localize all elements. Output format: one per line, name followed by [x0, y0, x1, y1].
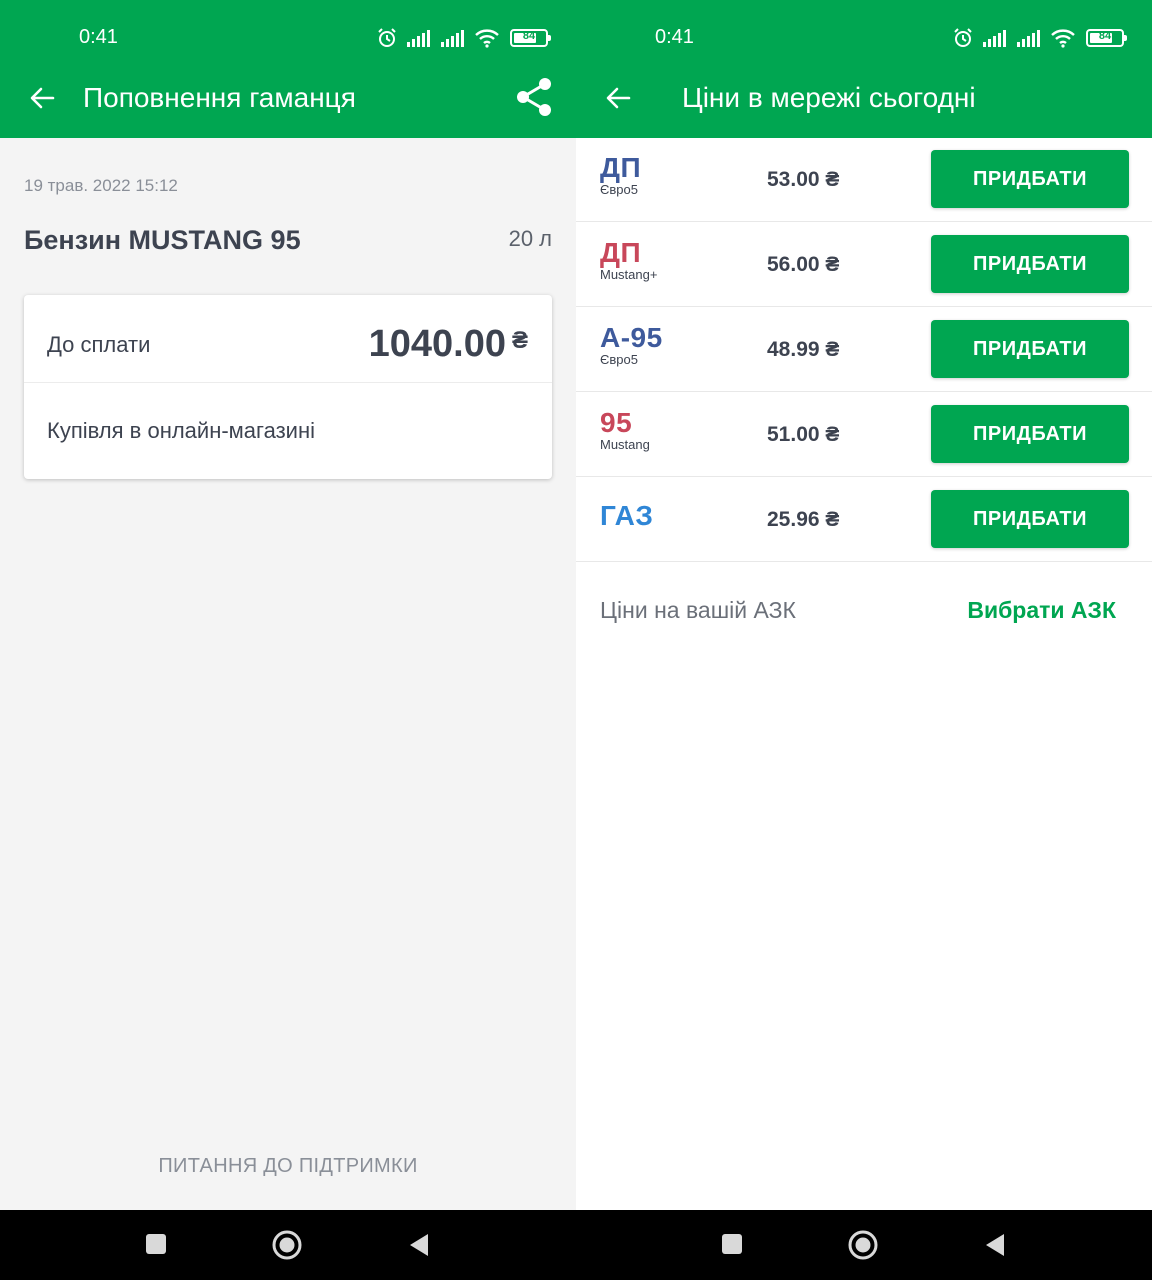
battery-icon: 84 — [1086, 29, 1127, 47]
fuel-subtitle: Євро5 — [600, 352, 638, 367]
alarm-icon — [954, 28, 972, 47]
currency-symbol: ₴ — [511, 327, 528, 354]
status-time: 0:41 — [79, 26, 118, 48]
status-bar: 0:41 84 — [576, 0, 1152, 64]
battery-level: 84 — [1098, 30, 1112, 42]
buy-button[interactable]: ПРИДБАТИ — [931, 235, 1129, 293]
product-volume: 20 л — [508, 226, 552, 251]
status-icons: 84 — [376, 26, 551, 50]
fuel-name: ДП — [600, 237, 642, 268]
fuel-price: 53.00 ₴ — [767, 168, 840, 191]
support-link[interactable]: ПИТАННЯ ДО ПІДТРИМКИ — [0, 1155, 576, 1178]
fuel-badge: 95 Mustang — [600, 408, 650, 452]
buy-button[interactable]: ПРИДБАТИ — [931, 490, 1129, 548]
buy-button[interactable]: ПРИДБАТИ — [931, 405, 1129, 463]
status-icons: 84 — [952, 26, 1127, 50]
fuel-row: А-95 Євро5 48.99 ₴ ПРИДБАТИ — [576, 307, 1152, 392]
payment-row: До сплати 1040.00 ₴ — [24, 295, 552, 383]
back-button[interactable] — [24, 80, 60, 116]
fuel-name: А-95 — [600, 322, 663, 353]
share-button[interactable] — [514, 76, 554, 118]
fuel-badge: ДП Євро5 — [600, 153, 641, 197]
share-icon — [517, 78, 551, 116]
fuel-name: ДП — [600, 152, 642, 183]
fuel-row: 95 Mustang 51.00 ₴ ПРИДБАТИ — [576, 392, 1152, 477]
fuel-row: ДП Mustang+ 56.00 ₴ ПРИДБАТИ — [576, 222, 1152, 307]
fuel-name: ГАЗ — [600, 500, 654, 531]
system-nav-bar — [0, 1210, 1152, 1280]
select-station-link[interactable]: Вибрати АЗК — [967, 597, 1116, 624]
signal-icon — [407, 30, 430, 47]
battery-icon: 84 — [510, 29, 551, 47]
battery-level: 84 — [522, 30, 536, 42]
status-bar: 0:41 84 — [0, 0, 576, 64]
pay-amount-value: 1040.00 — [368, 323, 506, 365]
fuel-row: ДП Євро5 53.00 ₴ ПРИДБАТИ — [576, 137, 1152, 222]
signal-icon — [1017, 30, 1040, 47]
fuel-price: 51.00 ₴ — [767, 423, 840, 446]
network-prices-screen: 0:41 84 Ціни в мережі сьогодні ДП Євро5 — [576, 0, 1152, 1210]
fuel-row: ГАЗ 25.96 ₴ ПРИДБАТИ — [576, 477, 1152, 562]
fuel-name: 95 — [600, 407, 633, 438]
payment-card: До сплати 1040.00 ₴ Купівля в онлайн-мага… — [24, 295, 552, 479]
app-bar: 0:41 84 Поповнення гаманця — [0, 0, 576, 138]
alarm-icon — [378, 28, 396, 47]
arrow-left-icon — [30, 87, 55, 109]
circle-icon[interactable] — [271, 1229, 303, 1261]
signal-icon — [983, 30, 1006, 47]
product-name: Бензин MUSTANG 95 — [24, 225, 301, 255]
fuel-subtitle: Mustang+ — [600, 267, 658, 282]
page-title: Поповнення гаманця — [83, 82, 356, 113]
fuel-price-list: ДП Євро5 53.00 ₴ ПРИДБАТИ ДП Mustang+ 56… — [576, 150, 1152, 575]
triangle-back-icon[interactable] — [982, 1232, 1008, 1258]
fuel-price: 25.96 ₴ — [767, 508, 840, 531]
circle-icon[interactable] — [847, 1229, 879, 1261]
fuel-price: 48.99 ₴ — [767, 338, 840, 361]
square-icon[interactable] — [720, 1232, 744, 1256]
status-time: 0:41 — [655, 26, 694, 48]
wifi-icon — [475, 29, 499, 48]
purchase-method: Купівля в онлайн-магазині — [47, 418, 315, 443]
fuel-badge: А-95 Євро5 — [600, 323, 663, 367]
wifi-icon — [1051, 29, 1075, 48]
square-icon[interactable] — [144, 1232, 168, 1256]
pay-label: До сплати — [47, 332, 151, 357]
fuel-badge: ДП Mustang+ — [600, 238, 657, 282]
arrow-left-icon — [606, 87, 631, 109]
fuel-subtitle: Євро5 — [600, 182, 638, 197]
wallet-topup-screen: 0:41 84 Поповнення гаманця 19 трав. 2022… — [0, 0, 576, 1210]
fuel-subtitle: Mustang — [600, 437, 650, 452]
app-bar: 0:41 84 Ціни в мережі сьогодні — [576, 0, 1152, 138]
buy-button[interactable]: ПРИДБАТИ — [931, 320, 1129, 378]
fuel-badge: ГАЗ — [600, 501, 653, 531]
fuel-price: 56.00 ₴ — [767, 253, 840, 276]
station-prices-label: Ціни на вашій АЗК — [600, 597, 796, 623]
triangle-back-icon[interactable] — [406, 1232, 432, 1258]
transaction-date: 19 трав. 2022 15:12 — [24, 176, 178, 195]
back-button[interactable] — [600, 80, 636, 116]
buy-button[interactable]: ПРИДБАТИ — [931, 150, 1129, 208]
signal-icon — [441, 30, 464, 47]
pay-amount: 1040.00 ₴ — [369, 323, 528, 366]
page-title: Ціни в мережі сьогодні — [682, 82, 976, 113]
